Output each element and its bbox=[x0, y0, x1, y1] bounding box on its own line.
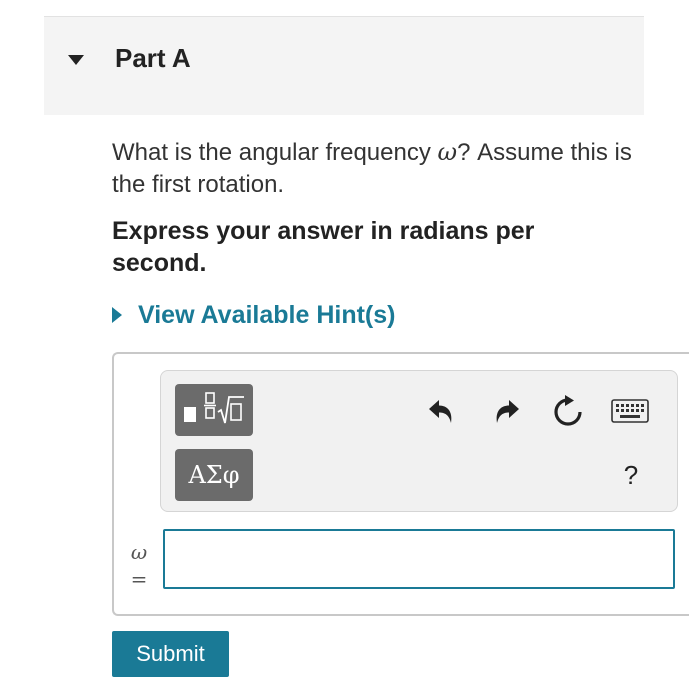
part-a-header[interactable]: Part A bbox=[44, 17, 644, 115]
templates-button[interactable] bbox=[175, 384, 253, 436]
undo-icon bbox=[429, 400, 452, 423]
omega-symbol: ω bbox=[437, 138, 458, 166]
answer-variable-label: ω = bbox=[124, 540, 154, 592]
redo-button[interactable] bbox=[491, 397, 523, 427]
undo-button[interactable] bbox=[425, 397, 457, 427]
keyboard-icon bbox=[611, 399, 649, 423]
question-text: What is the angular frequency ω? Assume … bbox=[112, 136, 632, 201]
symbols-button[interactable]: ΑΣφ bbox=[175, 449, 253, 501]
hint-label[interactable]: View Available Hint(s) bbox=[138, 301, 395, 330]
question-text-before: What is the angular frequency bbox=[112, 139, 438, 166]
caret-right-icon[interactable] bbox=[112, 307, 122, 323]
equals-sign: = bbox=[130, 567, 148, 591]
view-hints-link[interactable]: View Available Hint(s) bbox=[112, 298, 395, 332]
reset-icon bbox=[554, 395, 582, 426]
redo-icon bbox=[496, 400, 519, 423]
answer-input[interactable] bbox=[163, 529, 675, 589]
math-toolbar: ΑΣφ ? bbox=[160, 370, 678, 512]
help-button[interactable]: ? bbox=[616, 459, 646, 491]
submit-button[interactable]: Submit bbox=[112, 631, 229, 677]
caret-down-icon[interactable] bbox=[68, 55, 84, 65]
answer-instruction: Express your answer in radians per secon… bbox=[112, 217, 535, 277]
keyboard-button[interactable] bbox=[611, 399, 649, 423]
templates-icon bbox=[184, 392, 244, 424]
reset-button[interactable] bbox=[551, 395, 585, 429]
part-title: Part A bbox=[115, 43, 191, 73]
variable-symbol: ω bbox=[130, 540, 148, 564]
